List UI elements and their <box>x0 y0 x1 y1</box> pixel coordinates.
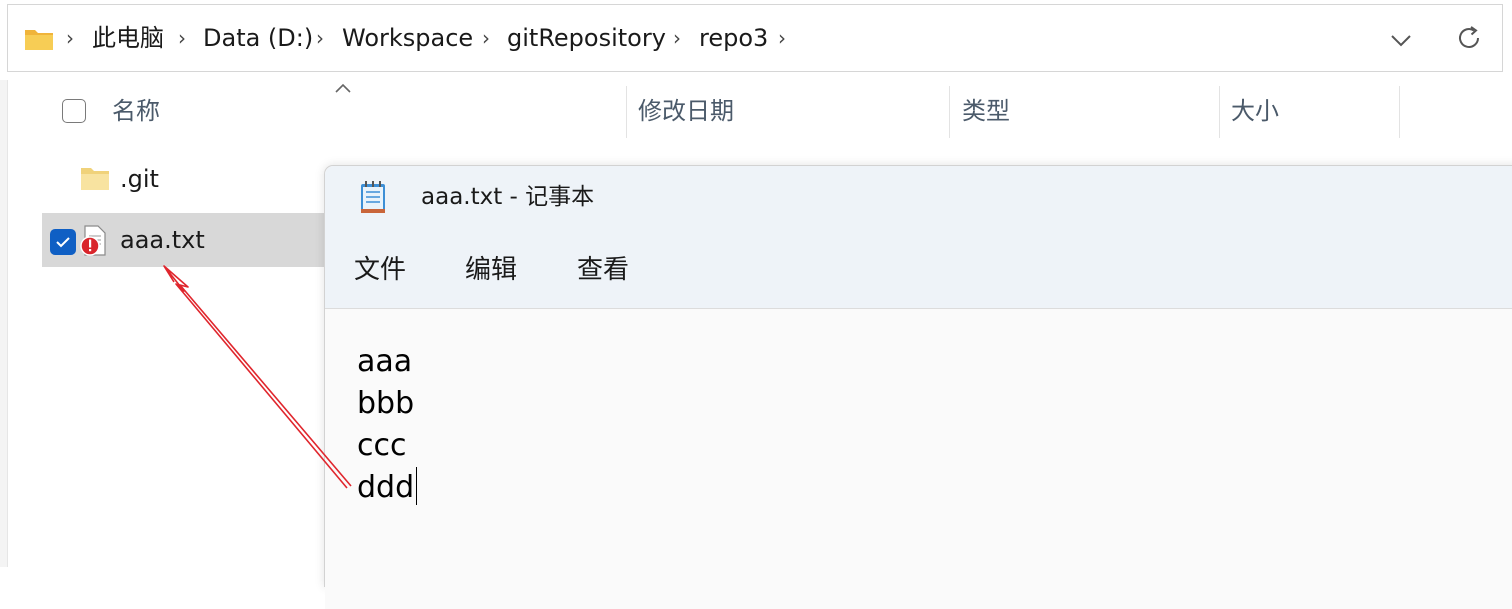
chevron-right-icon: › <box>316 26 324 50</box>
chevron-right-icon: › <box>66 26 74 50</box>
refresh-icon[interactable] <box>1454 23 1484 53</box>
text-file-icon <box>80 225 106 256</box>
file-name: aaa.txt <box>120 226 205 254</box>
column-header-type[interactable]: 类型 <box>962 96 1010 126</box>
notepad-menu-bar: 文件 编辑 查看 <box>325 228 1512 309</box>
column-header-modified[interactable]: 修改日期 <box>638 96 734 126</box>
text-line: ddd <box>357 470 415 505</box>
navigation-pane-edge <box>0 80 8 567</box>
menu-edit[interactable]: 编辑 <box>465 254 517 286</box>
chevron-right-icon: › <box>673 26 681 50</box>
text-cursor <box>416 467 418 505</box>
breadcrumb-item-gitrepository[interactable]: gitRepository <box>507 23 666 53</box>
row-checkbox-checked[interactable] <box>50 229 76 255</box>
menu-view[interactable]: 查看 <box>577 254 629 286</box>
file-name: .git <box>120 165 159 193</box>
notepad-title-bar[interactable]: aaa.txt - 记事本 <box>325 166 1512 228</box>
column-divider[interactable] <box>626 86 627 138</box>
address-bar[interactable]: › 此电脑 › Data (D:) › Workspace › gitRepos… <box>7 4 1503 72</box>
conflict-badge-icon <box>80 236 100 256</box>
column-divider[interactable] <box>949 86 950 138</box>
text-line: ccc <box>357 428 407 463</box>
text-line: aaa <box>357 344 413 379</box>
chevron-right-icon: › <box>178 26 186 50</box>
chevron-right-icon[interactable]: › <box>778 26 786 50</box>
notepad-window-title: aaa.txt - 记事本 <box>421 184 595 210</box>
column-header-size[interactable]: 大小 <box>1231 96 1279 126</box>
chevron-down-icon[interactable] <box>1388 27 1414 53</box>
file-row-aaa-txt[interactable]: aaa.txt <box>42 213 342 267</box>
checkmark-icon <box>56 237 70 248</box>
column-header-name[interactable]: 名称 <box>112 96 160 126</box>
folder-icon <box>81 168 109 190</box>
notepad-icon <box>361 181 385 213</box>
sort-caret-icon <box>335 83 351 93</box>
chevron-right-icon: › <box>482 26 490 50</box>
notepad-text-area[interactable]: aaa bbb ccc ddd <box>325 309 1512 609</box>
menu-file[interactable]: 文件 <box>354 254 406 286</box>
select-all-checkbox[interactable] <box>62 99 86 123</box>
text-line: bbb <box>357 386 415 421</box>
breadcrumb-item-data-drive[interactable]: Data (D:) <box>203 23 313 53</box>
breadcrumb-item-repo3[interactable]: repo3 <box>699 23 768 53</box>
file-row-git-folder[interactable]: .git <box>42 152 342 206</box>
breadcrumb-item-this-pc[interactable]: 此电脑 <box>92 23 164 53</box>
text-line-last: ddd <box>357 467 418 509</box>
column-divider[interactable] <box>1399 86 1400 138</box>
notepad-window[interactable]: aaa.txt - 记事本 文件 编辑 查看 aaa bbb ccc ddd <box>324 165 1512 609</box>
folder-icon <box>25 30 53 50</box>
column-divider[interactable] <box>1219 86 1220 138</box>
breadcrumb-item-workspace[interactable]: Workspace <box>342 23 473 53</box>
